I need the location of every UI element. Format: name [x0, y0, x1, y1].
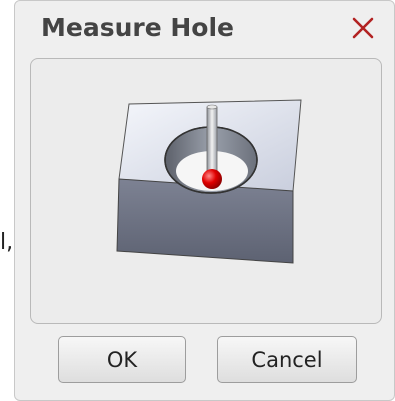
- dialog-title: Measure Hole: [41, 13, 234, 42]
- hole-probe-illustration: [116, 99, 302, 264]
- cancel-button[interactable]: Cancel: [217, 336, 357, 383]
- preview-panel: [30, 58, 382, 324]
- close-icon: [352, 17, 374, 39]
- background-text: l,: [0, 230, 14, 255]
- measure-hole-dialog: Measure Hole OK Cancel: [14, 0, 395, 401]
- ok-button[interactable]: OK: [58, 336, 186, 383]
- close-button[interactable]: [346, 11, 380, 45]
